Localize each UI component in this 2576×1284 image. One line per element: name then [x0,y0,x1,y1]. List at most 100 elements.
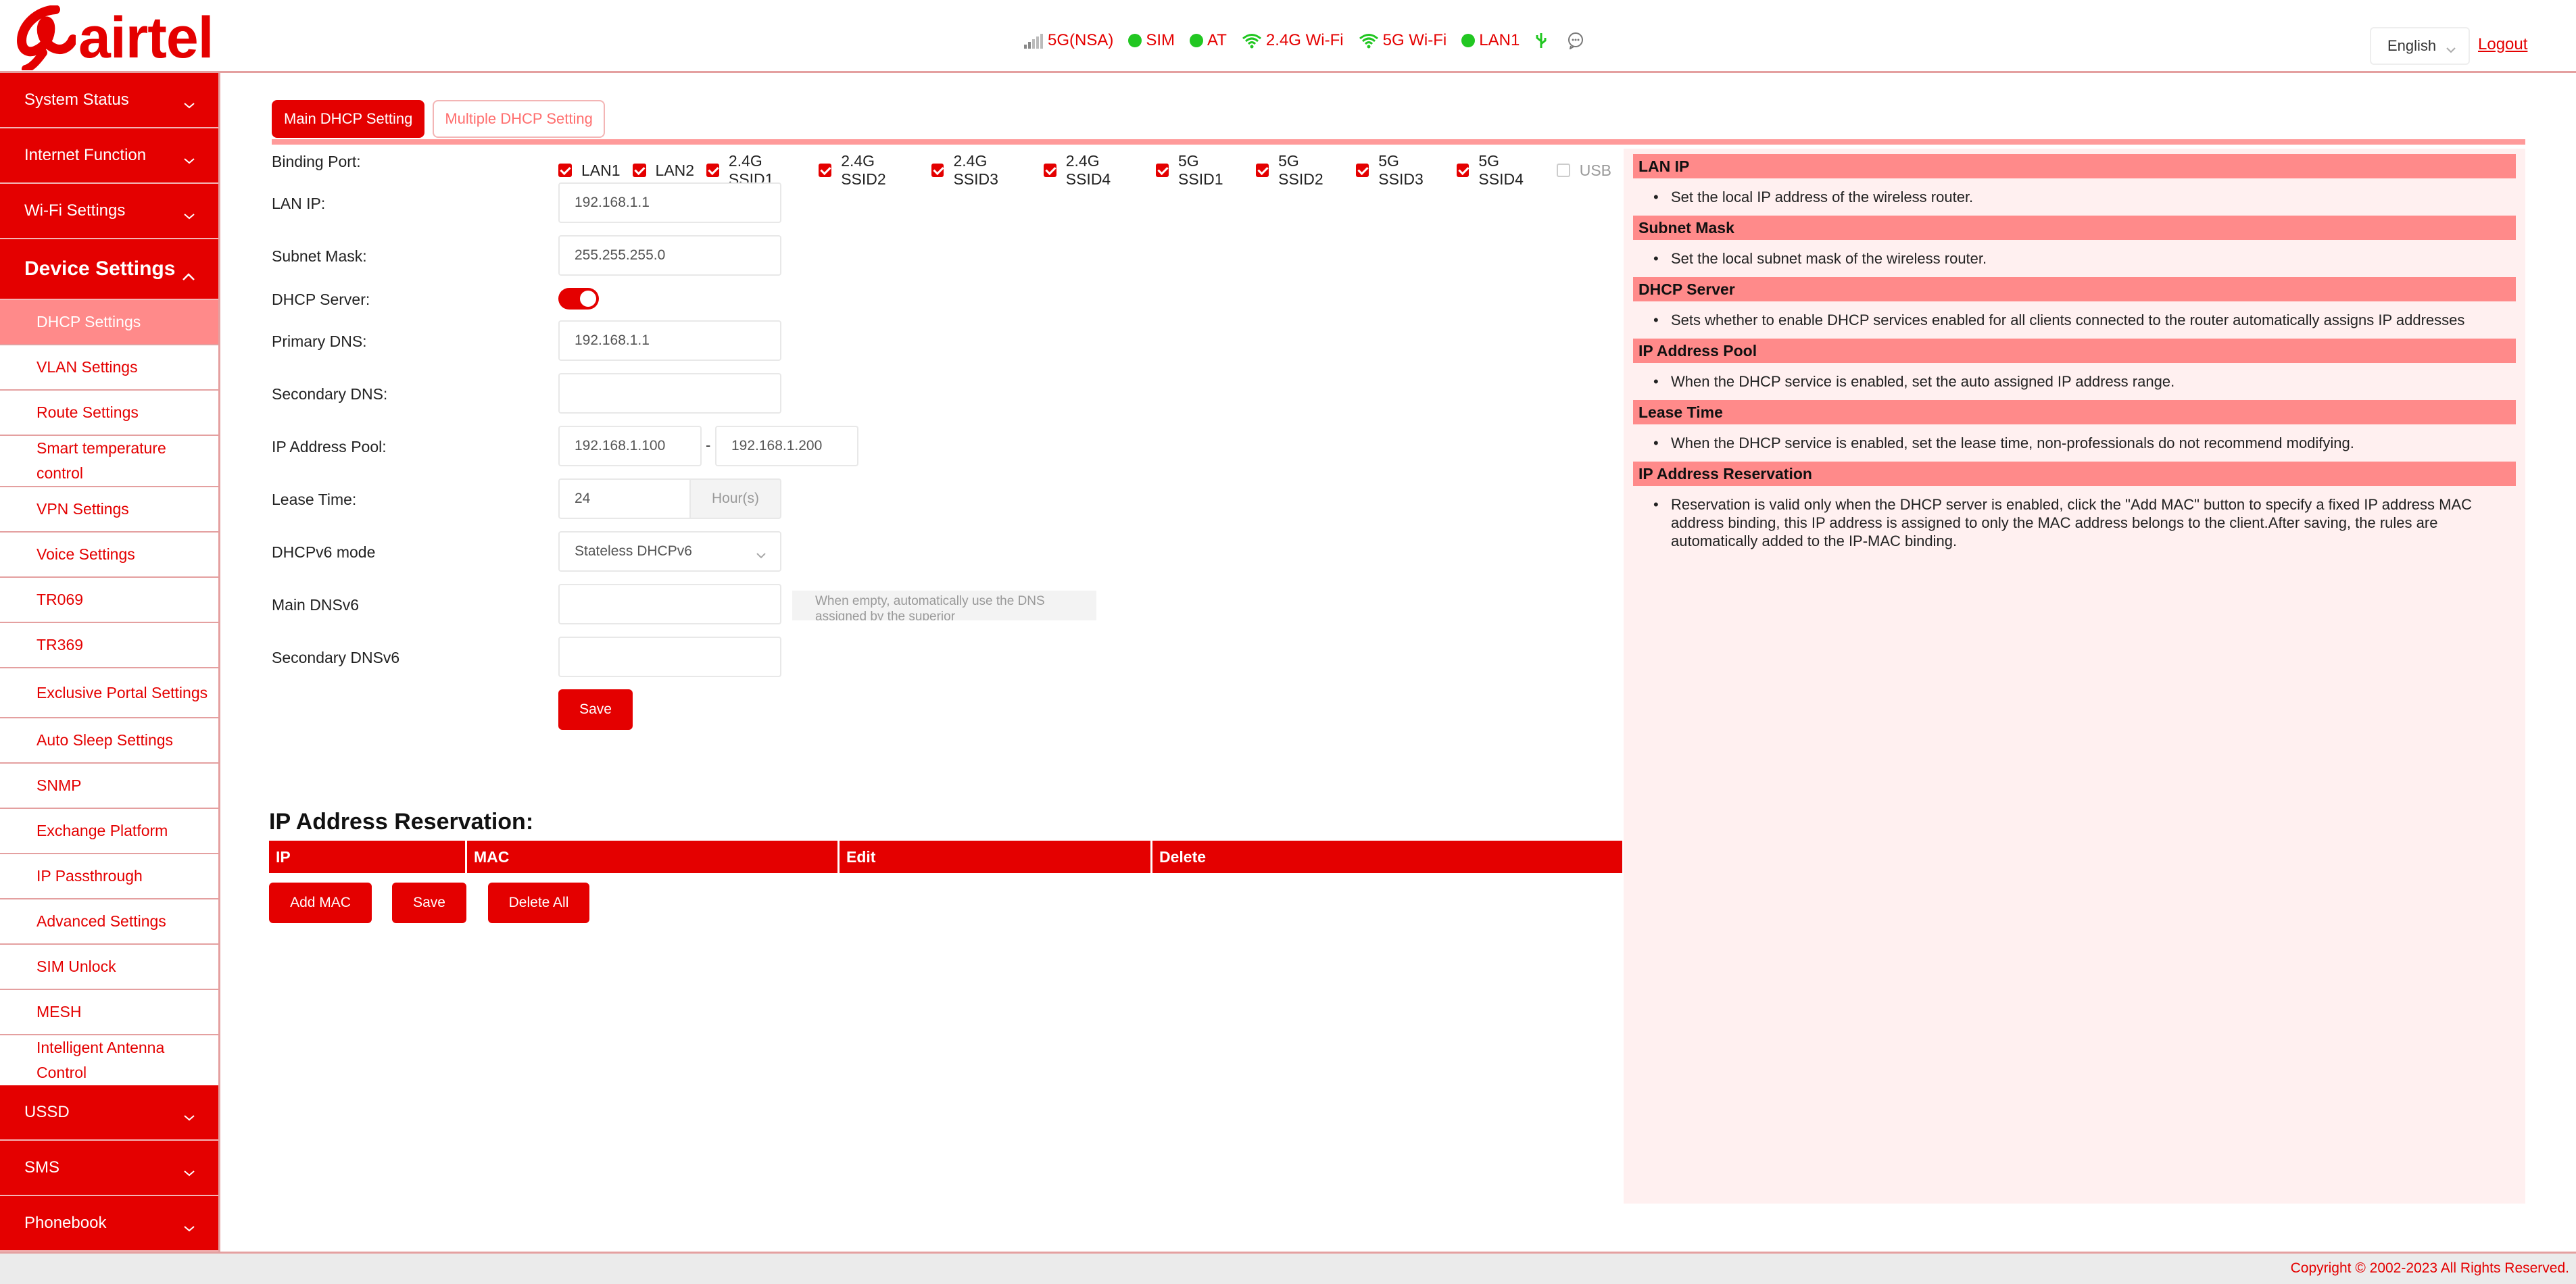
ip-pool-start-input[interactable]: 192.168.1.100 [558,426,702,466]
add-mac-button[interactable]: Add MAC [269,883,372,923]
help-panel: LAN IP Set the local IP address of the w… [1624,149,2525,1204]
binding-port-label: Binding Port: [272,153,361,170]
help-heading-ip-pool: IP Address Pool [1633,339,2516,363]
checkbox[interactable] [819,164,832,177]
ip-pool-end-input[interactable]: 192.168.1.200 [715,426,858,466]
port-5g-ssid4[interactable]: 5G SSID4 [1456,152,1545,189]
status-bar: 5G(NSA) SIM AT 2.4G Wi-Fi 5G Wi-Fi LAN1 [1023,28,1603,53]
help-heading-lease-time: Lease Time [1633,400,2516,424]
ip-pool-separator: - [706,437,711,453]
checkbox[interactable] [931,164,944,177]
sidebar-item-mesh[interactable]: MESH [0,990,218,1035]
sidebar-item-system-status[interactable]: System Status [0,73,218,128]
port-usb[interactable]: USB [1556,162,1611,180]
chevron-down-icon [183,1218,195,1237]
checkbox[interactable] [1556,164,1570,177]
column-header-edit: Edit [840,841,1152,873]
port-24g-ssid2[interactable]: 2.4G SSID2 [819,152,919,189]
lease-time-unit: Hour(s) [691,478,781,519]
sidebar-item-auto-sleep[interactable]: Auto Sleep Settings [0,718,218,764]
help-text: Set the local IP address of the wireless… [1671,189,1974,205]
sidebar-item-label: Internet Function [24,146,147,164]
subnet-mask-input[interactable]: 255.255.255.0 [558,235,781,276]
sidebar-item-label: Intelligent Antenna Control [37,1039,165,1081]
sidebar-item-tr369[interactable]: TR369 [0,623,218,668]
checkbox[interactable] [1256,164,1269,177]
checkbox[interactable] [1456,164,1469,177]
port-lan1[interactable]: LAN1 [558,162,621,180]
lan-ip-input[interactable]: 192.168.1.1 [558,182,781,223]
copyright-text: Copyright © 2002-2023 All Rights Reserve… [2290,1260,2569,1276]
port-lan2[interactable]: LAN2 [632,162,694,180]
help-text: When the DHCP service is enabled, set th… [1671,373,2175,390]
port-5g-ssid1[interactable]: 5G SSID1 [1156,152,1244,189]
help-text: When the DHCP service is enabled, set th… [1671,435,2354,451]
sidebar-item-ussd[interactable]: USSD [0,1085,218,1141]
port-label: 2.4G SSID2 [841,152,886,188]
sidebar-item-intelligent-antenna[interactable]: Intelligent Antenna Control [0,1035,218,1085]
checkbox[interactable] [1156,164,1169,177]
chevron-down-icon [183,206,195,225]
logout-link[interactable]: Logout [2478,35,2527,54]
subnet-mask-label: Subnet Mask: [272,247,367,265]
secondary-dnsv6-input[interactable] [558,637,781,677]
sidebar-item-tr069[interactable]: TR069 [0,578,218,623]
airtel-wordmark: airtel [78,5,214,70]
port-24g-ssid3[interactable]: 2.4G SSID3 [931,152,1031,189]
save-button[interactable]: Save [558,689,633,730]
sidebar-item-dhcp-settings[interactable]: DHCP Settings [0,300,218,345]
chevron-down-icon [183,1163,195,1182]
tab-main-dhcp[interactable]: Main DHCP Setting [272,100,425,138]
sidebar-item-advanced-settings[interactable]: Advanced Settings [0,899,218,945]
checkbox[interactable] [706,164,719,177]
reservation-save-button[interactable]: Save [392,883,466,923]
checkbox[interactable] [1356,164,1369,177]
status-network-label: 5G(NSA) [1048,31,1114,49]
primary-dns-input[interactable]: 192.168.1.1 [558,320,781,361]
checkbox[interactable] [1043,164,1056,177]
sidebar-item-voice-settings[interactable]: Voice Settings [0,533,218,578]
checkbox[interactable] [558,164,572,177]
sidebar-item-exclusive-portal[interactable]: Exclusive Portal Settings [0,668,218,718]
sidebar-item-exchange-platform[interactable]: Exchange Platform [0,809,218,854]
port-5g-ssid2[interactable]: 5G SSID2 [1256,152,1344,189]
checkbox[interactable] [632,164,646,177]
main-dnsv6-input[interactable] [558,584,781,624]
port-5g-ssid3[interactable]: 5G SSID3 [1356,152,1444,189]
sidebar-item-label: Exchange Platform [37,822,168,839]
language-select[interactable]: English [2370,27,2470,65]
green-dot-icon [1128,34,1142,47]
dhcp-server-toggle[interactable] [558,288,599,310]
tab-bar: Main DHCP Setting Multiple DHCP Setting [272,100,605,138]
sidebar-item-smart-temperature[interactable]: Smart temperature control [0,436,218,487]
green-dot-icon [1461,34,1476,47]
secondary-dns-label: Secondary DNS: [272,385,388,403]
sidebar-item-ip-passthrough[interactable]: IP Passthrough [0,854,218,899]
sidebar-item-label: TR069 [37,591,84,608]
secondary-dns-input[interactable] [558,373,781,414]
help-text-ip-reservation: Reservation is valid only when the DHCP … [1633,486,2516,560]
port-24g-ssid4[interactable]: 2.4G SSID4 [1043,152,1144,189]
port-label: 5G SSID2 [1278,152,1323,188]
status-message[interactable] [1567,32,1588,49]
sidebar-item-phonebook[interactable]: Phonebook [0,1196,218,1252]
sidebar-item-wifi-settings[interactable]: Wi-Fi Settings [0,184,218,239]
message-icon[interactable] [1567,32,1584,49]
dhcpv6-mode-select[interactable]: Stateless DHCPv6 [558,531,781,572]
sidebar-item-snmp[interactable]: SNMP [0,764,218,809]
help-text-lease-time: When the DHCP service is enabled, set th… [1633,424,2516,462]
delete-all-button[interactable]: Delete All [488,883,589,923]
sidebar-item-sim-unlock[interactable]: SIM Unlock [0,945,218,990]
help-heading-dhcp-server: DHCP Server [1633,277,2516,301]
sidebar-item-vlan-settings[interactable]: VLAN Settings [0,345,218,391]
sidebar-item-route-settings[interactable]: Route Settings [0,391,218,436]
airtel-logo[interactable]: airtel [16,4,214,72]
tab-multiple-dhcp[interactable]: Multiple DHCP Setting [433,100,605,138]
sidebar-item-internet-function[interactable]: Internet Function [0,128,218,184]
sidebar-item-sms[interactable]: SMS [0,1141,218,1196]
help-text-dhcp-server: Sets whether to enable DHCP services ena… [1633,301,2516,339]
sidebar-item-vpn-settings[interactable]: VPN Settings [0,487,218,533]
usb-icon [1534,32,1548,49]
lease-time-input[interactable]: 24 [558,478,691,519]
sidebar-item-device-settings[interactable]: Device Settings [0,239,218,300]
